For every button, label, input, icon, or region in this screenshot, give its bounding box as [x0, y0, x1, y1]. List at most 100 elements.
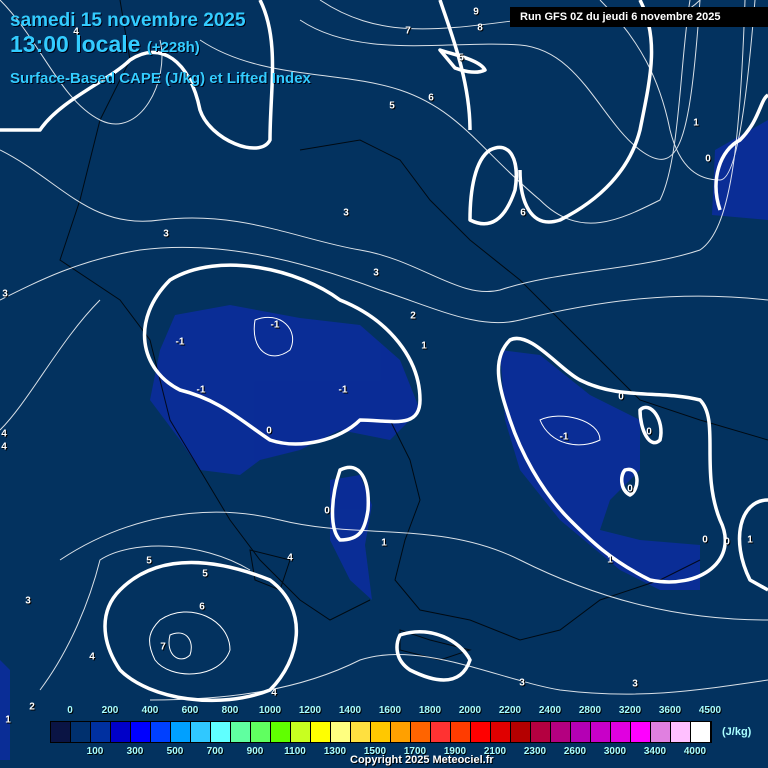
contour-label: 5: [202, 568, 208, 580]
contour-label: 0: [324, 505, 330, 517]
legend-swatch: [51, 722, 71, 742]
run-info: Run GFS 0Z du jeudi 6 novembre 2025: [510, 7, 768, 27]
contour-label: 7: [160, 641, 166, 653]
forecast-date: samedi 15 novembre 2025: [10, 10, 246, 31]
contour-label: 6: [520, 207, 526, 219]
contour-label: 3: [343, 207, 349, 219]
legend-swatch: [151, 722, 171, 742]
legend-swatch: [451, 722, 471, 742]
legend-swatch: [591, 722, 611, 742]
legend-top-label: 1200: [298, 705, 322, 716]
legend-bottom-label: 2300: [523, 746, 547, 757]
legend-swatch: [631, 722, 651, 742]
legend-unit: (J/kg): [722, 726, 752, 738]
legend-swatch: [431, 722, 451, 742]
contour-label: 6: [199, 601, 205, 613]
legend-bottom-label: 700: [206, 746, 224, 757]
lead-time: (+228h): [146, 39, 200, 56]
legend-swatch: [91, 722, 111, 742]
contour-label: 0: [705, 153, 711, 165]
legend-bottom-label: 300: [126, 746, 144, 757]
legend-swatch: [471, 722, 491, 742]
product-title: Surface-Based CAPE (J/kg) et Lifted Inde…: [10, 70, 311, 87]
legend-top-label: 1800: [418, 705, 442, 716]
legend-swatch: [111, 722, 131, 742]
contour-label: 0: [618, 391, 624, 403]
legend-swatch: [331, 722, 351, 742]
color-legend: [50, 721, 712, 743]
contour-label: 1: [607, 554, 613, 566]
contour-label: 0: [266, 425, 272, 437]
legend-swatch: [611, 722, 631, 742]
contour-label: 0: [646, 426, 652, 438]
legend-bottom-label: 2600: [563, 746, 587, 757]
legend-swatch: [411, 722, 431, 742]
legend-swatch: [511, 722, 531, 742]
contour-label: 3: [632, 678, 638, 690]
legend-top-label: 1400: [338, 705, 362, 716]
legend-swatch: [131, 722, 151, 742]
legend-swatch: [211, 722, 231, 742]
legend-swatch: [491, 722, 511, 742]
legend-swatch: [671, 722, 691, 742]
legend-swatch: [291, 722, 311, 742]
legend-bottom-label: 3000: [603, 746, 627, 757]
contour-label: -1: [196, 384, 206, 396]
contour-label: 4: [1, 428, 7, 440]
legend-swatch: [191, 722, 211, 742]
legend-top-label: 3200: [618, 705, 642, 716]
legend-top-label: 400: [141, 705, 159, 716]
legend-top-label: 800: [221, 705, 239, 716]
legend-bottom-label: 900: [246, 746, 264, 757]
contour-label: 1: [421, 340, 427, 352]
contour-label: 0: [702, 534, 708, 546]
legend-swatch: [651, 722, 671, 742]
legend-swatch: [251, 722, 271, 742]
legend-top-label: 0: [67, 705, 73, 716]
contour-label: 4: [89, 651, 95, 663]
contour-label: 2: [29, 701, 35, 713]
cape-map: [0, 0, 768, 760]
legend-top-label: 600: [181, 705, 199, 716]
contour-label: 4: [287, 552, 293, 564]
legend-swatch: [311, 722, 331, 742]
legend-swatch: [531, 722, 551, 742]
contour-label: 4: [1, 441, 7, 453]
contour-label: 1: [693, 117, 699, 129]
contour-label: 4: [271, 687, 277, 699]
legend-top-label: 3600: [658, 705, 682, 716]
contour-label: 9: [473, 6, 479, 18]
contour-label: 3: [25, 595, 31, 607]
contour-label: 8: [477, 22, 483, 34]
contour-label: 1: [5, 714, 11, 726]
contour-label: 5: [389, 100, 395, 112]
contour-label: 0: [724, 536, 730, 548]
legend-swatch: [371, 722, 391, 742]
legend-top-label: 4500: [698, 705, 722, 716]
legend-bottom-label: 100: [86, 746, 104, 757]
legend-swatch: [231, 722, 251, 742]
contour-label: 3: [373, 267, 379, 279]
contour-label: 2: [410, 310, 416, 322]
contour-label: 0: [627, 483, 633, 495]
contour-label: -1: [175, 336, 185, 348]
legend-swatch: [571, 722, 591, 742]
legend-swatch: [71, 722, 91, 742]
contour-label: 1: [381, 537, 387, 549]
legend-top-label: 2000: [458, 705, 482, 716]
local-time: 13:00 locale: [10, 31, 141, 57]
copyright: Copyright 2025 Meteociel.fr: [350, 754, 494, 766]
legend-bottom-label: 4000: [683, 746, 707, 757]
legend-top-label: 1600: [378, 705, 402, 716]
contour-label: -1: [270, 319, 280, 331]
legend-swatch: [551, 722, 571, 742]
contour-label: 1: [747, 534, 753, 546]
contour-label: 5: [146, 555, 152, 567]
contour-label: 3: [163, 228, 169, 240]
legend-bottom-label: 1100: [284, 746, 306, 757]
legend-swatch: [171, 722, 191, 742]
legend-swatch: [391, 722, 411, 742]
legend-swatch: [271, 722, 291, 742]
legend-top-label: 200: [101, 705, 119, 716]
legend-swatch: [691, 722, 711, 742]
